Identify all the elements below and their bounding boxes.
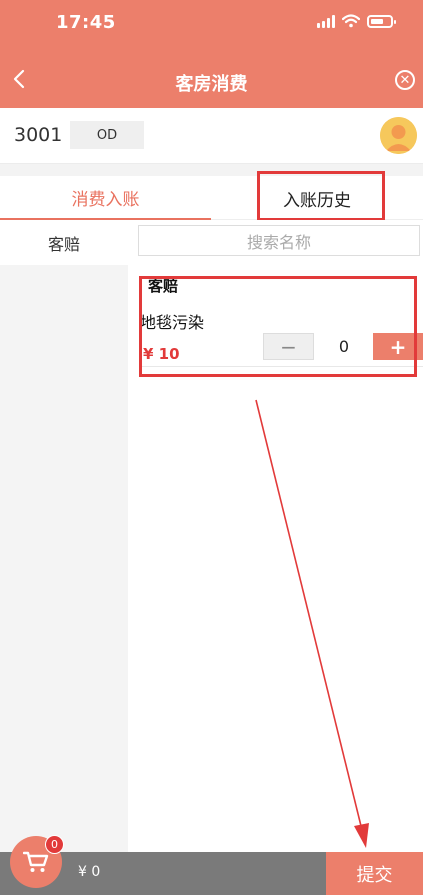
battery-icon [367, 14, 396, 28]
sidebar-item-compensation[interactable]: 客赔 [0, 220, 128, 265]
item-name: 地毯污染 [140, 313, 205, 332]
quantity-value: 0 [338, 337, 350, 356]
tab-bar: 消费入账 入账历史 [0, 176, 423, 220]
room-status-badge: OD [70, 121, 144, 149]
signal-icon [317, 14, 335, 28]
status-icons [317, 14, 396, 28]
cart-icon [23, 851, 49, 872]
search-input[interactable]: 搜索名称 [138, 225, 420, 256]
category-title: 客赔 [148, 277, 179, 295]
category-sidebar: 客赔 [0, 220, 128, 852]
close-circle-icon[interactable]: ✕ [395, 70, 415, 90]
item-divider [140, 366, 423, 367]
wifi-icon [342, 14, 360, 28]
status-time: 17:45 [56, 12, 116, 33]
item-price: ¥ 10 [143, 345, 180, 363]
tab-entry-history[interactable]: 入账历史 [211, 176, 423, 220]
submit-button[interactable]: 提交 [326, 852, 423, 895]
cart-total: ¥ 0 [78, 864, 101, 880]
tab-consumption-entry[interactable]: 消费入账 [0, 176, 211, 220]
cart-count-badge: 0 [45, 835, 64, 854]
room-number: 3001 [14, 124, 63, 146]
app-header: 17:45 客房消费 ✕ [0, 0, 423, 108]
increase-quantity-button[interactable]: + [373, 333, 423, 360]
room-info-row: 3001 OD [0, 108, 423, 164]
decrease-quantity-button[interactable]: − [263, 333, 314, 360]
user-avatar-icon[interactable] [380, 117, 417, 154]
section-gap [0, 164, 423, 176]
page-title: 客房消费 [175, 74, 248, 95]
